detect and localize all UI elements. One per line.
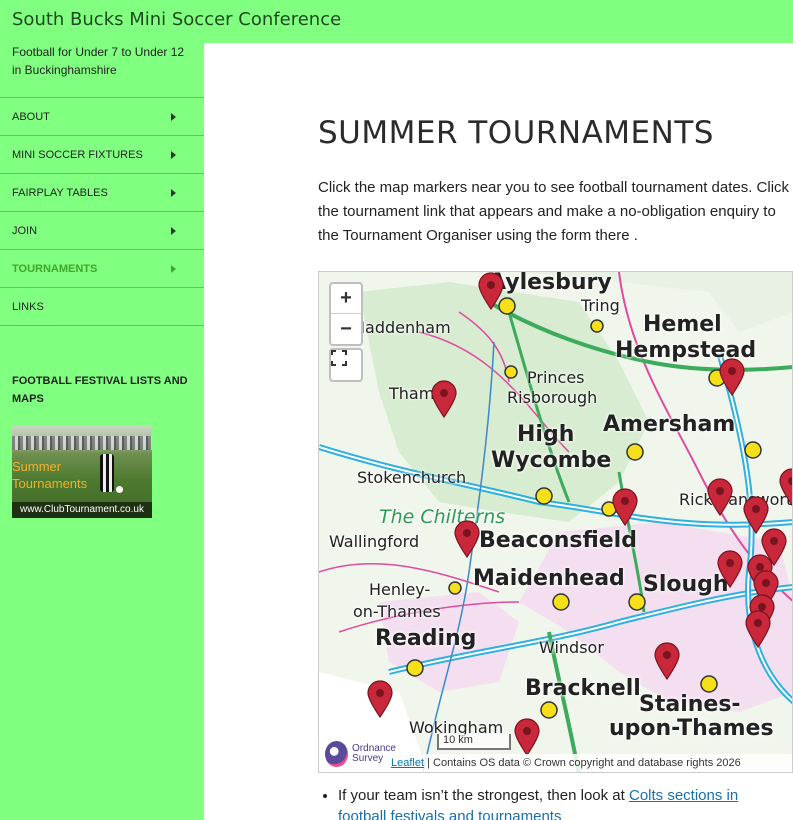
nav-item-label: JOIN [12,224,38,237]
map-label: Haddenham [353,318,451,337]
map-label: Wycombe [491,448,612,473]
caret-right-icon [171,112,176,121]
nav-item-label: LINKS [12,300,44,313]
tournament-marker[interactable] [612,488,638,526]
summer-tournaments-promo-image[interactable]: Summer Tournaments www.ClubTournament.co… [12,426,152,518]
ball-icon [116,486,123,493]
town-tring [590,319,604,333]
map-label: Wallingford [329,532,420,551]
map-label: Rickmansworth [679,490,793,509]
map-label: The Chilterns [379,506,506,528]
map-label: Stokenchurch [357,468,467,487]
town-princes-risborough [504,365,518,379]
town-reading [406,659,424,677]
nav-item-about[interactable]: ABOUT [0,98,204,136]
map-label: Slough [643,572,729,597]
page-title: SUMMER TOURNAMENTS [318,115,714,151]
map-label: Amersham [603,412,736,437]
tournament-map[interactable]: Aylesbury Tring Hemel Hempstead Haddenha… [318,271,793,773]
caret-right-icon [171,150,176,159]
map-label: Aylesbury [489,271,612,295]
fullscreen-button[interactable] [329,348,363,382]
zoom-out-button[interactable]: − [331,314,361,344]
tips-list: If your team isn’t the strongest, then l… [338,785,778,820]
map-label: Bracknell [525,676,641,701]
nav-item-label: TOURNAMENTS [12,262,98,275]
site-title[interactable]: South Bucks Mini Soccer Conference [12,9,341,30]
player-graphic [100,454,114,492]
bullet-text: If your team isn’t the strongest, then l… [338,787,629,804]
town-watford [744,441,762,459]
zoom-in-button[interactable]: + [331,284,361,314]
list-item: If your team isn’t the strongest, then l… [338,785,778,820]
map-scale: 10 km [437,734,511,750]
nav-item-join[interactable]: JOIN [0,212,204,250]
nav-item-mini-soccer-fixtures[interactable]: MINI SOCCER FIXTURES [0,136,204,174]
map-label: Beaconsfield [479,528,637,553]
main-content: SUMMER TOURNAMENTS Click the map markers… [204,43,793,820]
leaflet-link[interactable]: Leaflet [391,757,424,769]
tournament-marker[interactable] [779,468,792,506]
tournament-marker[interactable] [478,272,504,310]
caret-right-icon [171,188,176,197]
nav-item-fairplay-tables[interactable]: FAIRPLAY TABLES [0,174,204,212]
map-label: Staines- [639,692,741,717]
map-label: Hemel [643,312,722,337]
town-henley [448,581,462,595]
town-staines [700,675,718,693]
attribution-text: | Contains OS data © Crown copyright and… [424,757,741,769]
caret-right-icon [171,226,176,235]
sidebar-nav: ABOUT MINI SOCCER FIXTURES FAIRPLAY TABL… [0,97,204,326]
town-high-wycombe [535,487,553,505]
tournament-marker[interactable] [367,680,393,718]
town-amersham [626,443,644,461]
tournament-marker[interactable] [717,550,743,588]
caret-right-icon [171,264,176,273]
widget-title: FOOTBALL FESTIVAL LISTS AND MAPS [12,375,188,405]
site-tagline: Football for Under 7 to Under 12 in Buck… [12,45,185,77]
nav-item-label: MINI SOCCER FIXTURES [12,148,143,161]
nav-item-tournaments[interactable]: TOURNAMENTS [0,250,204,288]
tournament-marker[interactable] [761,528,787,566]
nav-item-links[interactable]: LINKS [0,288,204,326]
crowd-graphic [12,436,152,450]
map-label: Princes [527,368,585,387]
intro-text: Click the map markers near you to see fo… [318,179,790,244]
fullscreen-icon [331,350,347,366]
town-maidenhead [552,593,570,611]
nav-item-label: FAIRPLAY TABLES [12,186,108,199]
tournament-marker[interactable] [431,380,457,418]
town-bracknell [540,701,558,719]
tournament-marker[interactable] [454,520,480,558]
zoom-control: + − [329,282,363,346]
promo-caption: Summer Tournaments [12,459,88,491]
map-label: High [517,422,575,447]
map-label: Tring [581,296,620,315]
map-attribution: Leaflet | Contains OS data © Crown copyr… [387,754,792,772]
map-label: Reading [375,626,477,651]
tournament-marker[interactable] [514,718,540,756]
tournament-marker[interactable] [707,478,733,516]
map-label: on-Thames [353,602,441,621]
map-label: Risborough [507,388,598,407]
map-label: Maidenhead [473,566,625,591]
map-label: Windsor [539,638,604,657]
map-label: Henley- [369,580,431,599]
map-label: upon-Thames [609,716,774,741]
tournament-marker[interactable] [654,642,680,680]
nav-item-label: ABOUT [12,110,50,123]
promo-url: www.ClubTournament.co.uk [12,502,152,518]
tournament-marker[interactable] [745,610,771,648]
os-badge-icon [325,741,349,767]
tournament-marker[interactable] [719,358,745,396]
